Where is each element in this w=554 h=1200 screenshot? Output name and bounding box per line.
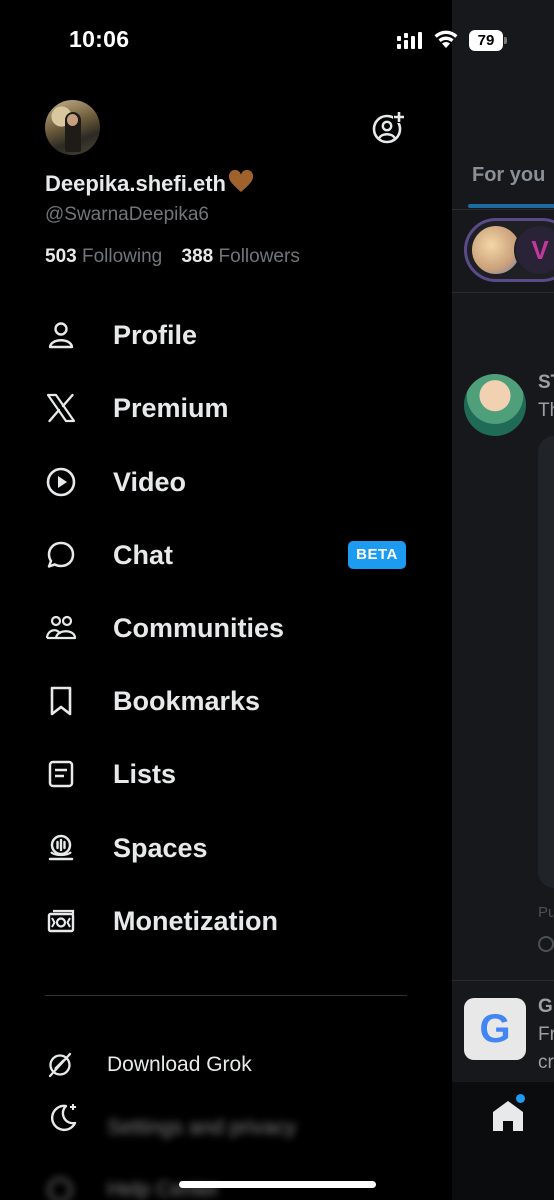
x-logo-icon	[44, 391, 78, 425]
download-grok-label: Download Grok	[107, 1053, 252, 1076]
add-account-icon[interactable]	[371, 111, 405, 145]
menu-item-profile[interactable]: Profile	[0, 305, 450, 365]
post-media[interactable]	[538, 436, 554, 888]
wifi-icon	[434, 30, 458, 48]
menu-item-chat[interactable]: Chat BETA	[0, 525, 450, 585]
menu-item-premium[interactable]: Premium	[0, 378, 450, 438]
avatar[interactable]	[45, 100, 100, 155]
post-avatar[interactable]	[464, 374, 526, 436]
ad-author[interactable]: G	[538, 996, 553, 1018]
following-link[interactable]: 503 Following	[45, 246, 162, 267]
follow-stats: 503 Following 388 Followers	[45, 246, 314, 268]
person-icon	[44, 318, 78, 352]
home-indicator[interactable]	[179, 1181, 376, 1188]
divider	[452, 209, 554, 210]
menu-item-monetization[interactable]: Monetization	[0, 891, 450, 951]
tab-active-indicator	[468, 204, 554, 208]
notification-dot	[516, 1094, 525, 1103]
google-logo-icon[interactable]: G	[464, 998, 526, 1060]
grok-icon	[45, 1050, 75, 1080]
menu-item-communities[interactable]: Communities	[0, 598, 450, 658]
monetization-icon	[44, 904, 78, 938]
user-handle[interactable]: @SwarnaDeepika6	[45, 204, 209, 226]
post-author[interactable]: ST	[538, 372, 554, 394]
status-time: 10:06	[69, 26, 130, 52]
menu-item-spaces[interactable]: Spaces	[0, 818, 450, 878]
cellular-signal-icon	[397, 32, 422, 49]
menu-item-label: Video	[113, 466, 187, 497]
play-circle-icon	[44, 465, 78, 499]
ad-text: Fr	[538, 1024, 554, 1045]
menu-item-bookmarks[interactable]: Bookmarks	[0, 671, 450, 731]
divider	[452, 980, 554, 981]
settings-label: Settings and privacy	[107, 1116, 297, 1139]
post-text: Th	[538, 400, 554, 421]
menu-item-label: Lists	[113, 758, 177, 789]
spaces-icon	[44, 831, 78, 865]
followers-link[interactable]: 388 Followers	[182, 246, 300, 267]
display-name[interactable]: Deepika.shefi.eth	[45, 170, 254, 197]
menu-item-lists[interactable]: Lists	[0, 744, 450, 804]
post-meta: Pu	[538, 904, 554, 921]
menu-item-label: Monetization	[113, 905, 278, 936]
download-grok-button[interactable]: Download Grok	[0, 1043, 450, 1087]
timeline-overlay[interactable]: For you V ST Th Pu G G Fr cr	[452, 0, 554, 1200]
moon-icon[interactable]	[46, 1101, 80, 1135]
bookmark-icon	[44, 684, 78, 718]
menu-item-label: Spaces	[113, 832, 208, 863]
list-icon	[44, 757, 78, 791]
battery-level: 79	[469, 30, 503, 51]
menu-item-label: Chat	[113, 539, 173, 570]
reply-icon[interactable]	[538, 936, 554, 952]
menu-item-label: Premium	[113, 392, 229, 423]
battery-icon: 79	[469, 30, 507, 51]
menu-divider	[45, 995, 407, 996]
tab-for-you[interactable]: For you	[472, 164, 545, 187]
beta-badge: BETA	[348, 541, 406, 569]
menu-item-video[interactable]: Video	[0, 452, 450, 512]
brown-heart-icon	[228, 170, 253, 192]
divider	[452, 292, 554, 293]
menu-item-label: Communities	[113, 612, 285, 643]
menu-item-label: Profile	[113, 319, 198, 350]
communities-icon	[44, 611, 78, 645]
help-icon	[45, 1175, 75, 1200]
ad-text: cr	[538, 1052, 554, 1073]
menu-item-label: Bookmarks	[113, 685, 261, 716]
chat-bubble-icon	[44, 538, 78, 572]
